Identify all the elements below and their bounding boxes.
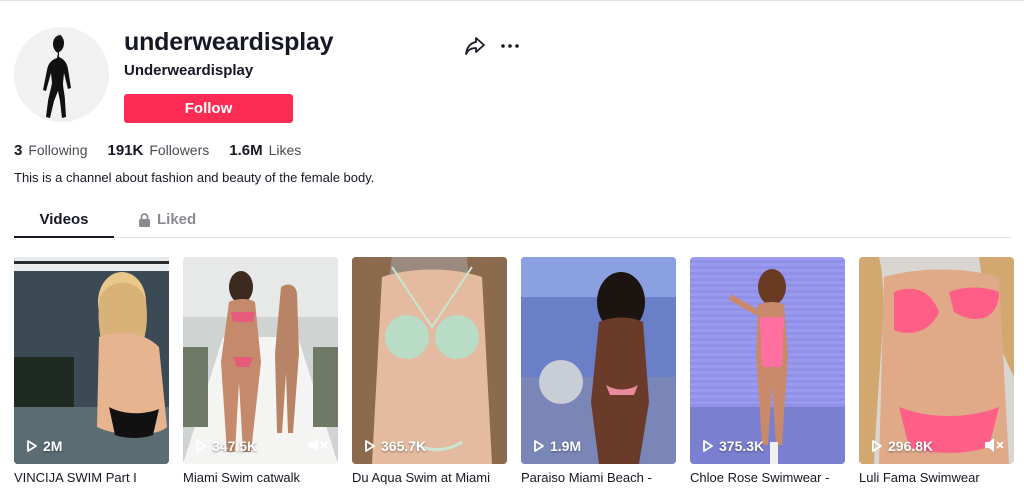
video-thumbnail[interactable]: 347.5K [183, 257, 338, 464]
nickname: Underweardisplay [124, 62, 254, 79]
view-count-text: 365.7K [381, 438, 427, 454]
video-thumbnail[interactable]: 365.7K [352, 257, 507, 464]
followers-label: Followers [149, 142, 210, 158]
lock-icon [139, 213, 150, 227]
view-count: 2M [26, 438, 62, 454]
video-preview-image [521, 257, 676, 464]
video-card[interactable]: 365.7K Du Aqua Swim at Miami [352, 257, 507, 485]
video-card[interactable]: 375.3K Chloe Rose Swimwear - [690, 257, 845, 485]
more-icon[interactable] [500, 36, 520, 56]
profile-stats: 3 Following 191K Followers 1.6M Likes [14, 142, 321, 159]
video-caption[interactable]: Paraiso Miami Beach - [521, 470, 676, 485]
video-thumbnail[interactable]: 375.3K [690, 257, 845, 464]
mute-icon[interactable] [984, 437, 1004, 453]
tab-liked[interactable]: Liked [138, 208, 196, 238]
video-preview-image [352, 257, 507, 464]
username: underweardisplay [124, 28, 334, 56]
following-label: Following [28, 142, 88, 158]
avatar-silhouette-icon [14, 27, 109, 122]
play-icon [703, 440, 713, 452]
video-caption[interactable]: Miami Swim catwalk [183, 470, 338, 485]
video-preview-image [859, 257, 1014, 464]
following-stat[interactable]: 3 Following [14, 142, 87, 159]
video-card[interactable]: 296.8K Luli Fama Swimwear [859, 257, 1014, 485]
profile-tabs: Videos Liked [14, 208, 1012, 238]
top-divider [0, 0, 1024, 1]
view-count: 365.7K [364, 438, 426, 454]
video-caption[interactable]: Luli Fama Swimwear [859, 470, 1014, 485]
tab-liked-label: Liked [157, 211, 197, 228]
video-preview-image [183, 257, 338, 464]
likes-label: Likes [268, 142, 302, 158]
followers-stat[interactable]: 191K Followers [107, 142, 209, 159]
view-count: 1.9M [533, 438, 581, 454]
avatar[interactable] [14, 27, 109, 122]
video-thumbnail[interactable]: 296.8K [859, 257, 1014, 464]
play-icon [27, 440, 37, 452]
play-icon [196, 440, 206, 452]
view-count: 296.8K [871, 438, 933, 454]
video-caption[interactable]: Du Aqua Swim at Miami [352, 470, 507, 485]
view-count-text: 347.5K [212, 438, 258, 454]
view-count: 375.3K [702, 438, 764, 454]
video-preview-image [14, 257, 169, 464]
video-caption[interactable]: VINCIJA SWIM Part I [14, 470, 169, 485]
video-thumbnail[interactable]: 1.9M [521, 257, 676, 464]
likes-count: 1.6M [229, 142, 263, 159]
play-icon [534, 440, 544, 452]
video-preview-image [690, 257, 845, 464]
view-count-text: 1.9M [550, 438, 582, 454]
view-count-text: 375.3K [719, 438, 765, 454]
followers-count: 191K [107, 142, 144, 159]
profile-bio: This is a channel about fashion and beau… [14, 170, 375, 185]
follow-button[interactable]: Follow [124, 94, 293, 123]
video-card[interactable]: 2M VINCIJA SWIM Part I [14, 257, 169, 485]
mute-icon[interactable] [308, 437, 328, 453]
view-count: 347.5K [195, 438, 257, 454]
share-icon[interactable] [464, 36, 486, 56]
tab-videos[interactable]: Videos [14, 208, 114, 238]
video-caption[interactable]: Chloe Rose Swimwear - [690, 470, 845, 485]
play-icon [872, 440, 882, 452]
likes-stat: 1.6M Likes [229, 142, 301, 159]
video-card[interactable]: 347.5K Miami Swim catwalk [183, 257, 338, 485]
following-count: 3 [14, 142, 23, 159]
video-card[interactable]: 1.9M Paraiso Miami Beach - [521, 257, 676, 485]
video-thumbnail[interactable]: 2M [14, 257, 169, 464]
play-icon [365, 440, 375, 452]
view-count-text: 2M [43, 438, 63, 454]
video-grid: 2M VINCIJA SWIM Part I 347.5K Miami Swim… [14, 257, 1014, 494]
view-count-text: 296.8K [888, 438, 934, 454]
